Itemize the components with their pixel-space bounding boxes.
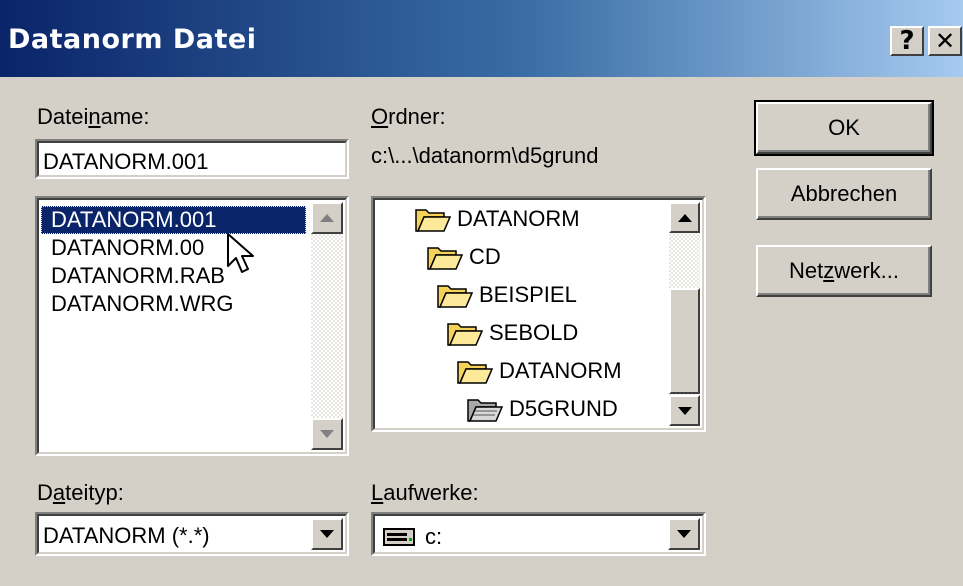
filename-input[interactable]: DATANORM.001 — [35, 139, 349, 179]
scroll-down-button[interactable] — [311, 418, 343, 450]
list-item[interactable]: DATANORM.RAB — [41, 262, 307, 290]
folder-item[interactable]: BEISPIEL — [437, 282, 577, 308]
arrow-up-icon — [677, 213, 692, 222]
folder-open-icon — [415, 209, 451, 232]
filetype-label: Dateityp: — [37, 480, 124, 505]
folder-item-current[interactable]: D5GRUND — [467, 396, 618, 422]
file-list-items: DATANORM.001 DATANORM.00 DATANORM.RAB DA… — [41, 206, 307, 318]
folder-item[interactable]: SEBOLD — [447, 320, 578, 346]
folder-open-icon — [457, 361, 493, 384]
drive-icon — [383, 528, 415, 546]
arrow-up-icon — [320, 214, 334, 222]
drives-dropdown-button[interactable] — [668, 518, 700, 550]
filename-input-value: DATANORM.001 — [43, 149, 209, 174]
folder-tree: DATANORM CD BEISPIEL SEBOLD DATANORM D5G… — [377, 202, 665, 426]
folder-item[interactable]: DATANORM — [457, 358, 622, 384]
folder-open-icon — [427, 247, 463, 270]
scroll-down-button[interactable] — [669, 395, 700, 426]
list-item[interactable]: DATANORM.001 — [41, 206, 306, 234]
scroll-up-button[interactable] — [311, 202, 343, 234]
network-button[interactable]: Netzwerk... — [756, 245, 932, 297]
folder-path: c:\...\datanorm\d5grund — [371, 143, 599, 168]
list-item[interactable]: DATANORM.WRG — [41, 290, 307, 318]
drives-label: Laufwerke: — [371, 480, 479, 505]
chevron-down-icon — [677, 530, 691, 538]
filetype-dropdown-button[interactable] — [311, 518, 343, 550]
folder-open-current-icon — [467, 399, 503, 422]
arrow-down-icon — [677, 406, 692, 415]
file-list[interactable]: DATANORM.001 DATANORM.00 DATANORM.RAB DA… — [35, 196, 349, 456]
scroll-thumb[interactable] — [669, 288, 700, 394]
filetype-select-value: DATANORM (*.*) — [43, 523, 210, 548]
close-button[interactable]: ✕ — [928, 26, 962, 56]
drives-select-value-wrap: c: — [383, 524, 442, 550]
folder-open-icon — [447, 323, 483, 346]
window-title: Datanorm Datei — [8, 24, 257, 55]
folder-open-icon — [437, 285, 473, 308]
cancel-button[interactable]: Abbrechen — [756, 168, 932, 220]
help-button[interactable]: ? — [890, 26, 924, 56]
drives-select-value: c: — [425, 524, 443, 549]
filetype-select[interactable]: DATANORM (*.*) — [35, 512, 349, 556]
scroll-up-button[interactable] — [669, 202, 700, 233]
folder-list[interactable]: DATANORM CD BEISPIEL SEBOLD DATANORM D5G… — [371, 196, 706, 432]
folder-item[interactable]: CD — [427, 244, 501, 270]
chevron-down-icon — [320, 530, 334, 538]
drives-select[interactable]: c: — [371, 512, 706, 556]
mouse-pointer-icon — [227, 233, 254, 273]
folder-item[interactable]: DATANORM — [415, 206, 580, 232]
close-icon: ✕ — [934, 27, 956, 55]
folder-label: Ordner: — [371, 104, 446, 129]
filename-label: Dateiname: — [37, 104, 150, 129]
file-list-scrollbar[interactable] — [311, 202, 343, 450]
arrow-down-icon — [320, 430, 334, 438]
ok-button[interactable]: OK — [754, 100, 934, 156]
title-bar[interactable]: Datanorm Datei ? ✕ — [0, 0, 963, 77]
folder-list-scrollbar[interactable] — [669, 202, 700, 426]
list-item[interactable]: DATANORM.00 — [41, 234, 307, 262]
